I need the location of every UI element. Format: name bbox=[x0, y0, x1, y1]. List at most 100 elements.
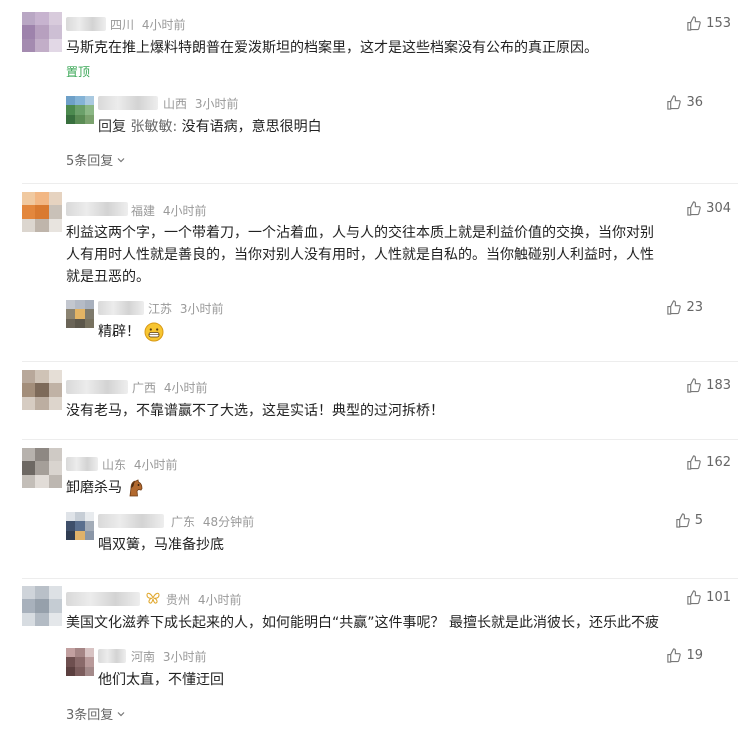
like-button[interactable]: 162 bbox=[686, 455, 731, 470]
username[interactable] bbox=[66, 592, 140, 606]
avatar[interactable] bbox=[22, 586, 62, 626]
thumbs-up-icon bbox=[687, 590, 701, 605]
comment-body: 卸磨杀马 bbox=[66, 480, 122, 496]
thumbs-up-icon bbox=[667, 300, 682, 315]
like-count: 23 bbox=[686, 300, 703, 315]
chevron-down-icon bbox=[117, 711, 125, 716]
username[interactable] bbox=[66, 202, 128, 216]
comment-text: 卸磨杀马 bbox=[66, 477, 144, 499]
divider bbox=[22, 578, 738, 579]
reply-avatar[interactable] bbox=[66, 96, 94, 124]
comment-text-line: 人有用时人性就是善良的，当你对别人没有用时，人性就是自私的。当你触碰别人利益时，… bbox=[66, 247, 654, 263]
like-button[interactable]: 153 bbox=[686, 16, 731, 31]
reply-body: 精辟！ bbox=[98, 324, 140, 340]
reply-text: 精辟！ bbox=[98, 321, 164, 343]
timestamp: 3小时前 bbox=[194, 97, 239, 111]
location: 江苏 bbox=[148, 302, 173, 316]
comment-meta: 广西 4小时前 bbox=[132, 379, 207, 396]
like-count: 36 bbox=[686, 95, 703, 110]
timestamp: 3小时前 bbox=[179, 302, 224, 316]
like-button[interactable]: 5 bbox=[675, 513, 703, 528]
thumbs-up-icon bbox=[687, 201, 701, 216]
reply-username[interactable] bbox=[98, 514, 164, 528]
divider bbox=[22, 439, 738, 440]
comment-meta: 福建 4小时前 bbox=[131, 202, 206, 219]
reply-avatar[interactable] bbox=[66, 512, 94, 540]
reply-username[interactable] bbox=[98, 96, 158, 110]
timestamp: 4小时前 bbox=[141, 18, 186, 32]
location: 广西 bbox=[132, 381, 157, 395]
thumbs-up-icon bbox=[687, 378, 701, 393]
location: 山东 bbox=[102, 458, 127, 472]
timestamp: 4小时前 bbox=[197, 593, 242, 607]
horse-emoji-icon bbox=[130, 479, 143, 497]
comment-meta: 四川 4小时前 bbox=[110, 16, 185, 33]
like-count: 162 bbox=[706, 455, 731, 470]
timestamp: 48分钟前 bbox=[202, 515, 255, 529]
like-count: 5 bbox=[694, 513, 703, 528]
pinned-badge: 置顶 bbox=[66, 65, 91, 79]
location: 广东 bbox=[171, 515, 196, 529]
reply-target-user[interactable]: 张敏敏: bbox=[130, 119, 177, 135]
thumbs-up-icon bbox=[667, 95, 682, 110]
reply-meta: 广东 48分钟前 bbox=[171, 513, 254, 530]
divider bbox=[22, 183, 738, 184]
like-button[interactable]: 304 bbox=[686, 201, 731, 216]
avatar[interactable] bbox=[22, 192, 62, 232]
comment-text: 马斯克在推上爆料特朗普在爱泼斯坦的档案里，这才是这些档案没有公布的真正原因。 bbox=[66, 40, 598, 56]
more-replies-label: 3条回复 bbox=[66, 708, 114, 723]
like-button[interactable]: 19 bbox=[666, 648, 703, 663]
location: 山西 bbox=[163, 97, 188, 111]
reply-text: 他们太直，不懂迂回 bbox=[98, 672, 224, 688]
comment-text: 美国文化滋养下成长起来的人，如何能明白“共赢”这件事呢？ 最擅长就是此消彼长，还… bbox=[66, 615, 659, 631]
timestamp: 4小时前 bbox=[163, 381, 208, 395]
butterfly-badge-icon bbox=[146, 592, 160, 604]
username[interactable] bbox=[66, 457, 98, 471]
comment-text-line: 利益这两个字，一个带着刀，一个沾着血，人与人的交往本质上就是利益价值的交换，当你… bbox=[66, 225, 654, 241]
location: 四川 bbox=[110, 18, 135, 32]
reply-avatar[interactable] bbox=[66, 300, 94, 328]
username[interactable] bbox=[66, 17, 106, 31]
like-button[interactable]: 23 bbox=[666, 300, 703, 315]
thumbs-up-icon bbox=[687, 16, 701, 31]
reply-text: 回复 张敏敏: 没有语病，意思很明白 bbox=[98, 116, 322, 138]
avatar[interactable] bbox=[22, 448, 62, 488]
reply-meta: 江苏 3小时前 bbox=[148, 300, 223, 317]
comment-text-line: 就是丑恶的。 bbox=[66, 269, 150, 285]
grinning-emoji-icon bbox=[144, 322, 164, 342]
comment-text: 没有老马，不靠谱赢不了大选，这是实话！典型的过河拆桥！ bbox=[66, 403, 444, 419]
thumbs-up-icon bbox=[687, 455, 701, 470]
timestamp: 4小时前 bbox=[133, 458, 178, 472]
like-button[interactable]: 183 bbox=[686, 378, 731, 393]
divider bbox=[22, 361, 738, 362]
reply-text: 唱双簧，马准备抄底 bbox=[98, 537, 224, 553]
reply-prefix: 回复 bbox=[98, 119, 126, 135]
like-button[interactable]: 36 bbox=[666, 95, 703, 110]
location: 贵州 bbox=[166, 593, 191, 607]
thumbs-up-icon bbox=[676, 513, 690, 528]
like-count: 19 bbox=[686, 648, 703, 663]
more-replies-button[interactable]: 3条回复 bbox=[66, 704, 126, 723]
like-button[interactable]: 101 bbox=[686, 590, 731, 605]
location: 河南 bbox=[131, 650, 156, 664]
reply-meta: 山西 3小时前 bbox=[163, 95, 238, 112]
reply-meta: 河南 3小时前 bbox=[131, 648, 206, 665]
reply-username[interactable] bbox=[98, 649, 126, 663]
comment-meta: 贵州 4小时前 bbox=[166, 591, 241, 608]
like-count: 183 bbox=[706, 378, 731, 393]
location: 福建 bbox=[131, 204, 156, 218]
like-count: 101 bbox=[706, 590, 731, 605]
reply-body: 没有语病，意思很明白 bbox=[181, 119, 322, 135]
timestamp: 3小时前 bbox=[162, 650, 207, 664]
timestamp: 4小时前 bbox=[162, 204, 207, 218]
thumbs-up-icon bbox=[667, 648, 682, 663]
more-replies-label: 5条回复 bbox=[66, 154, 114, 169]
like-count: 304 bbox=[706, 201, 731, 216]
avatar[interactable] bbox=[22, 12, 62, 52]
avatar[interactable] bbox=[22, 370, 62, 410]
reply-avatar[interactable] bbox=[66, 648, 94, 676]
reply-username[interactable] bbox=[98, 301, 144, 315]
username[interactable] bbox=[66, 380, 128, 394]
more-replies-button[interactable]: 5条回复 bbox=[66, 150, 126, 169]
comment-text: 利益这两个字，一个带着刀，一个沾着血，人与人的交往本质上就是利益价值的交换，当你… bbox=[66, 222, 706, 288]
